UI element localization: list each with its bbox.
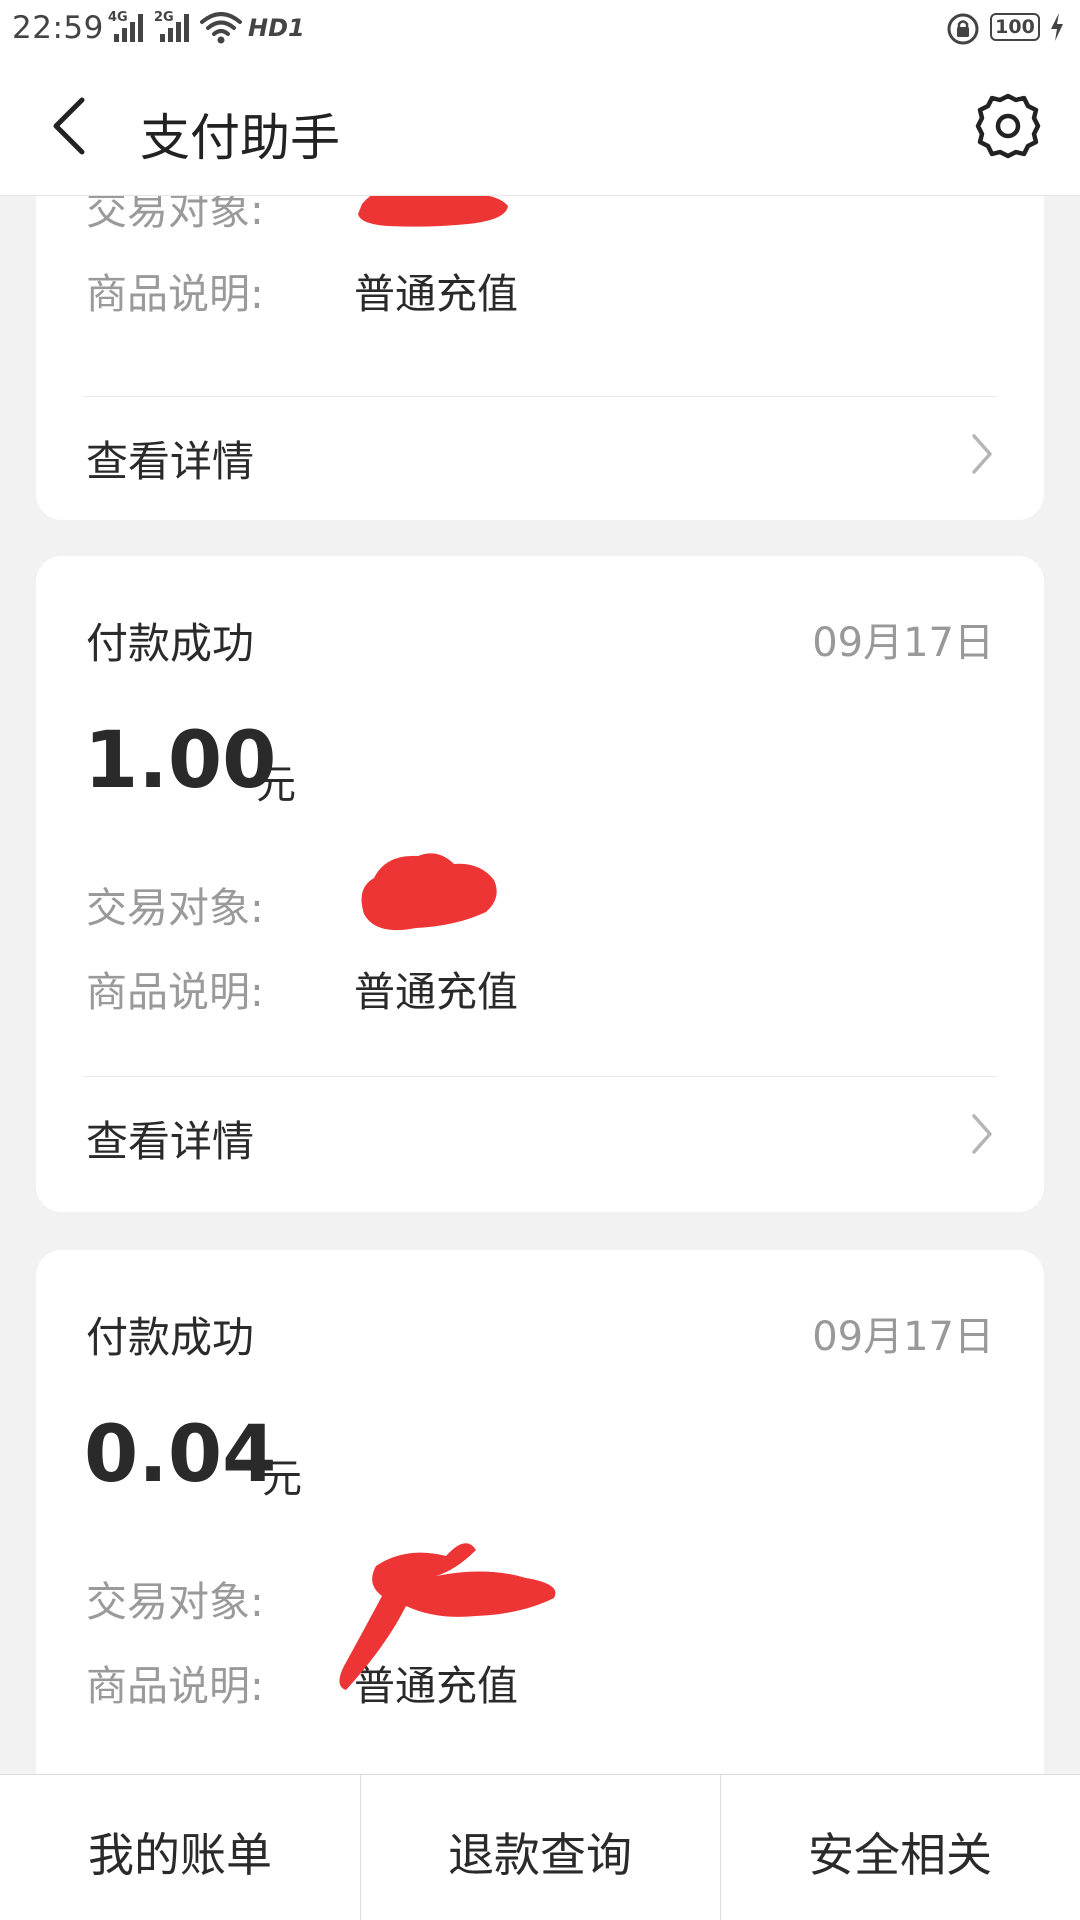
view-details-link[interactable]: 查看详情 [36, 396, 1044, 508]
description-value: 普通充值 [354, 968, 518, 1016]
chevron-right-icon [972, 1114, 992, 1154]
nav-security-label: 安全相关 [808, 1828, 992, 1882]
signal-2g-icon: 2G [154, 10, 194, 42]
view-details-label: 查看详情 [86, 1117, 255, 1166]
gear-icon[interactable] [972, 90, 1044, 162]
chevron-right-icon [972, 434, 992, 474]
signal-2g-label: 2G [154, 10, 174, 25]
redaction-mark [358, 196, 508, 227]
transaction-card: 付款成功 09月17日 0.04 元 交易对象: 商品说明: 普通充值 [36, 1250, 1044, 1774]
transaction-card: 交易对象: 商品说明: 普通充值 查看详情 [36, 196, 1044, 520]
description-value: 普通充值 [354, 1662, 518, 1710]
payment-amount: 0.04 [84, 1410, 277, 1500]
payment-status: 付款成功 [86, 1313, 255, 1362]
charging-bolt-icon [1051, 13, 1063, 41]
status-bar: 22:59 4G 2G HD1 100 [0, 0, 1080, 60]
battery-level: 100 [995, 16, 1035, 38]
transaction-date: 09月17日 [812, 620, 994, 666]
description-label: 商品说明: [86, 968, 264, 1016]
rotation-lock-icon [947, 13, 979, 45]
wifi-icon [200, 12, 242, 44]
payment-amount: 1.00 [84, 716, 277, 806]
title-bar: 支付助手 [0, 60, 1080, 196]
nav-security[interactable]: 安全相关 [720, 1775, 1080, 1920]
counterparty-label: 交易对象: [86, 196, 264, 234]
payment-status: 付款成功 [86, 619, 255, 668]
back-arrow-icon[interactable] [40, 90, 100, 162]
description-value: 普通充值 [354, 270, 518, 318]
redaction-mark [361, 853, 497, 931]
page-title: 支付助手 [140, 109, 340, 167]
transaction-card: 付款成功 09月17日 1.00 元 交易对象: 商品说明: 普通充值 查看详情 [36, 556, 1044, 1212]
battery-indicator: 100 [990, 13, 1040, 41]
description-label: 商品说明: [86, 270, 264, 318]
view-details-label: 查看详情 [86, 437, 255, 486]
signal-4g-icon: 4G [108, 10, 148, 42]
counterparty-label: 交易对象: [86, 884, 264, 932]
status-time: 22:59 [12, 10, 104, 46]
nav-refund-inquiry-label: 退款查询 [448, 1828, 632, 1882]
counterparty-label: 交易对象: [86, 1578, 264, 1626]
currency-unit: 元 [262, 1456, 302, 1502]
transaction-date: 09月17日 [812, 1314, 994, 1360]
nav-my-bills[interactable]: 我的账单 [0, 1775, 360, 1920]
transaction-list[interactable]: 交易对象: 商品说明: 普通充值 查看详情 付款成功 09月17日 1.00 元… [0, 196, 1080, 1774]
screen: 22:59 4G 2G HD1 100 支付助手 交易对象: 商品说明: 普通充… [0, 0, 1080, 1920]
hd-voice-badge: HD1 [248, 14, 305, 42]
currency-unit: 元 [256, 762, 296, 808]
bottom-nav: 我的账单 退款查询 安全相关 [0, 1774, 1080, 1920]
nav-my-bills-label: 我的账单 [88, 1828, 272, 1882]
signal-4g-label: 4G [108, 10, 128, 25]
nav-refund-inquiry[interactable]: 退款查询 [360, 1775, 720, 1920]
description-label: 商品说明: [86, 1662, 264, 1710]
view-details-link[interactable]: 查看详情 [36, 1076, 1044, 1188]
